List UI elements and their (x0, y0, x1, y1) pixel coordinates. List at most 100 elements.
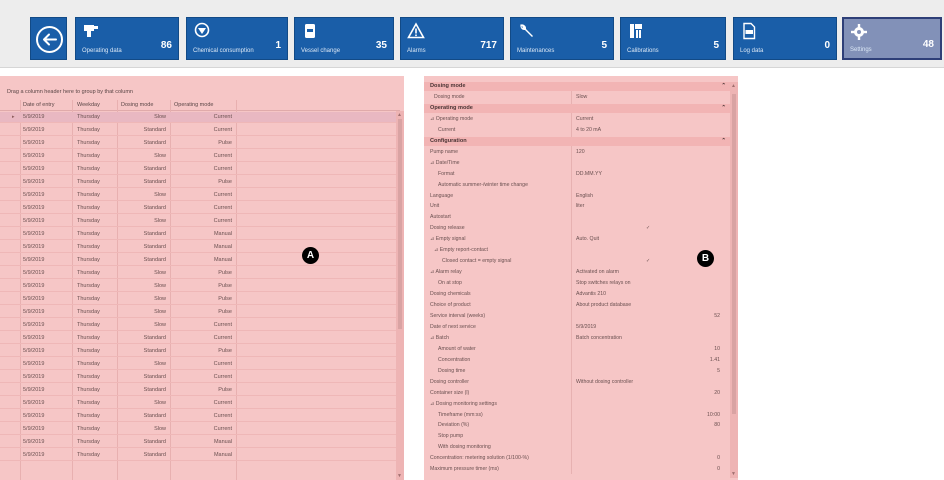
table-row[interactable]: 5/9/2019 Thursday Standard Current (0, 203, 396, 214)
collapse-icon[interactable]: ⌃ (721, 83, 726, 89)
property-value[interactable]: 4 to 20 mA (576, 127, 601, 133)
column-header-dosing-mode[interactable]: Dosing mode (121, 102, 153, 108)
table-row[interactable]: 5/9/2019 Thursday Standard Current (0, 372, 396, 383)
table-row[interactable]: 5/9/2019 Thursday Standard Manual (0, 437, 396, 448)
property-value[interactable]: 80 (714, 422, 720, 428)
table-row[interactable]: 5/9/2019 Thursday Standard Manual (0, 242, 396, 253)
table-row[interactable]: 5/9/2019 Thursday Standard Manual (0, 450, 396, 461)
property-row[interactable]: Container size (l) 20 (424, 389, 730, 398)
column-header-weekday[interactable]: Weekday (77, 102, 100, 108)
property-row[interactable]: Language English (424, 192, 730, 201)
table-row[interactable]: ▸ 5/9/2019 Thursday Slow Current (0, 112, 396, 123)
table-row[interactable]: 5/9/2019 Thursday Slow Pulse (0, 307, 396, 318)
property-row[interactable]: On at stop Stop switches relays on (424, 279, 730, 288)
checkmark-icon[interactable]: ✓ (646, 225, 650, 231)
table-row[interactable]: 5/9/2019 Thursday Standard Pulse (0, 177, 396, 188)
property-row[interactable]: Dosing mode Slow (424, 93, 730, 102)
properties-scrollbar[interactable]: ▲ ▼ (730, 82, 738, 478)
table-row[interactable]: 5/9/2019 Thursday Standard Pulse (0, 138, 396, 149)
column-header-date[interactable]: Date of entry (23, 102, 55, 108)
property-value[interactable]: liter (576, 203, 584, 209)
property-row[interactable]: ⊿ Alarm relay Activated on alarm (424, 268, 730, 277)
property-value[interactable]: About product database (576, 302, 631, 308)
property-row[interactable]: Timeframe (mm:ss) 10:00 (424, 411, 730, 420)
property-row[interactable]: Dosing release ✓ (424, 224, 730, 233)
table-row[interactable]: 5/9/2019 Thursday Slow Current (0, 151, 396, 162)
table-row[interactable]: 5/9/2019 Thursday Slow Current (0, 398, 396, 409)
table-row[interactable]: 5/9/2019 Thursday Standard Pulse (0, 385, 396, 396)
property-row[interactable]: Concentration 1.41 (424, 356, 730, 365)
table-row[interactable]: 5/9/2019 Thursday Standard Current (0, 125, 396, 136)
table-row[interactable]: 5/9/2019 Thursday Slow Current (0, 359, 396, 370)
property-row[interactable]: Date of next service 5/9/2019 (424, 323, 730, 332)
property-value[interactable]: 5/9/2019 (576, 324, 596, 330)
table-row[interactable]: 5/9/2019 Thursday Slow Pulse (0, 294, 396, 305)
property-value[interactable]: English (576, 193, 593, 199)
property-category[interactable]: Dosing mode ⌃ (424, 82, 730, 92)
property-row[interactable]: Choice of product About product database (424, 301, 730, 310)
property-row[interactable]: Deviation (%) 80 (424, 421, 730, 430)
table-row[interactable]: 5/9/2019 Thursday Slow Current (0, 424, 396, 435)
property-row[interactable]: Automatic summer-/winter time change (424, 181, 730, 190)
toolbar-tile-operating-data[interactable]: Operating data 86 (75, 17, 179, 60)
property-row[interactable]: Dosing chemicals Advantis 210 (424, 290, 730, 299)
toolbar-tile-maintenances[interactable]: Maintenances 5 (510, 17, 614, 60)
toolbar-tile-chemical-consumption[interactable]: Chemical consumption 1 (186, 17, 288, 60)
property-value[interactable]: 10 (714, 346, 720, 352)
property-row[interactable]: With dosing monitoring (424, 443, 730, 452)
toolbar-tile-alarms[interactable]: Alarms 717 (400, 17, 504, 60)
property-row[interactable]: Maximum pressure timer (ms) 0 (424, 465, 730, 474)
scroll-up-icon[interactable]: ▲ (731, 83, 736, 89)
scroll-up-icon[interactable]: ▲ (397, 112, 402, 118)
property-value[interactable]: 52 (714, 313, 720, 319)
scroll-thumb[interactable] (732, 94, 736, 414)
property-row[interactable]: ⊿ Empty report-contact (424, 246, 730, 255)
property-value[interactable]: Advantis 210 (576, 291, 606, 297)
property-row[interactable]: Unit liter (424, 202, 730, 211)
property-row[interactable]: ⊿ Empty signal Auto. Quit (424, 235, 730, 244)
property-value[interactable]: Current (576, 116, 593, 122)
table-row[interactable]: 5/9/2019 Thursday Slow Current (0, 190, 396, 201)
property-value[interactable]: Batch concentration (576, 335, 622, 341)
table-row[interactable]: 5/9/2019 Thursday Slow Pulse (0, 268, 396, 279)
property-value[interactable]: 0 (717, 455, 720, 461)
property-value[interactable]: Slow (576, 94, 587, 100)
property-row[interactable]: ⊿ Batch Batch concentration (424, 334, 730, 343)
property-value[interactable]: Stop switches relays on (576, 280, 631, 286)
toolbar-tile-vessel-change[interactable]: Vessel change 35 (294, 17, 394, 60)
table-row[interactable]: 5/9/2019 Thursday Standard Current (0, 333, 396, 344)
table-row[interactable]: 5/9/2019 Thursday Standard Current (0, 164, 396, 175)
property-row[interactable]: Pump name 120 (424, 148, 730, 157)
collapse-icon[interactable]: ⌃ (721, 105, 726, 111)
property-row[interactable]: ⊿ Dosing monitoring settings (424, 400, 730, 409)
property-category[interactable]: Configuration ⌃ (424, 136, 730, 146)
property-value[interactable]: Activated on alarm (576, 269, 619, 275)
property-row[interactable]: Stop pump (424, 432, 730, 441)
table-row[interactable]: 5/9/2019 Thursday Slow Pulse (0, 281, 396, 292)
table-row[interactable]: 5/9/2019 Thursday Standard Manual (0, 229, 396, 240)
property-value[interactable]: 120 (576, 149, 585, 155)
property-row[interactable]: Format DD.MM.YY (424, 170, 730, 179)
property-row[interactable]: Dosing controller Without dosing controll… (424, 378, 730, 387)
column-header-operating-mode[interactable]: Operating mode (174, 102, 213, 108)
property-row[interactable]: Amount of water 10 (424, 345, 730, 354)
property-value[interactable]: 1.41 (710, 357, 720, 363)
property-row[interactable]: Closed contact = empty signal ✓ (424, 257, 730, 266)
collapse-icon[interactable]: ⌃ (721, 138, 726, 144)
property-row[interactable]: Service interval (weeks) 52 (424, 312, 730, 321)
table-row[interactable]: 5/9/2019 Thursday Slow Current (0, 216, 396, 227)
checkmark-icon[interactable]: ✓ (646, 258, 650, 264)
property-value[interactable]: 5 (717, 368, 720, 374)
property-value[interactable]: 10:00 (707, 412, 720, 418)
toolbar-tile-settings[interactable]: Settings 48 (842, 17, 942, 60)
table-row[interactable]: 5/9/2019 Thursday Standard Current (0, 411, 396, 422)
property-value[interactable]: 0 (717, 466, 720, 472)
scroll-down-icon[interactable]: ▼ (731, 471, 736, 477)
property-row[interactable]: Dosing time 5 (424, 367, 730, 376)
toolbar-tile-calibrations[interactable]: Calibrations 5 (620, 17, 726, 60)
property-category[interactable]: Operating mode ⌃ (424, 103, 730, 114)
property-value[interactable]: 20 (714, 390, 720, 396)
toolbar-tile-log-data[interactable]: Log data 0 (733, 17, 837, 60)
property-value[interactable]: DD.MM.YY (576, 171, 602, 177)
table-row[interactable]: 5/9/2019 Thursday Slow Current (0, 320, 396, 331)
